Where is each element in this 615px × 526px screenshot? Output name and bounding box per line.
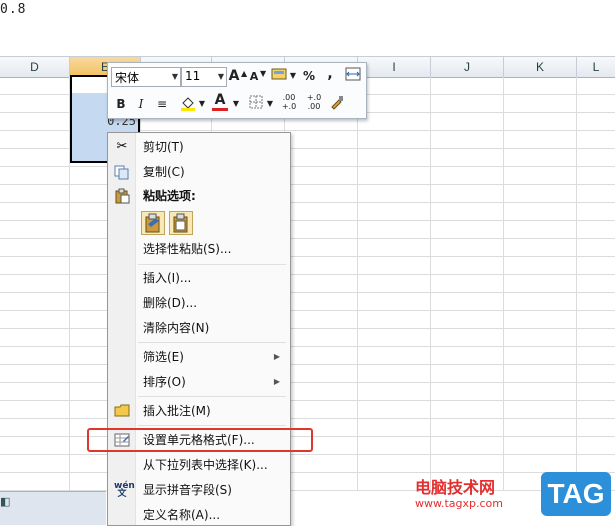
chevron-down-icon[interactable]: ▼: [198, 95, 206, 113]
menu-item-label: 从下拉列表中选择(K)...: [143, 458, 268, 472]
align-center-icon[interactable]: ≡: [154, 95, 170, 113]
italic-button[interactable]: I: [134, 95, 148, 113]
chevron-down-icon[interactable]: ▼: [172, 72, 178, 81]
menu-item-label: 显示拼音字段(S): [143, 483, 232, 497]
chevron-down-icon[interactable]: ▼: [232, 95, 240, 113]
shrink-font-button[interactable]: A: [248, 68, 260, 86]
chevron-right-icon: ▶: [273, 352, 280, 361]
phonetic-icon-text: wén: [114, 481, 135, 491]
menu-separator: [138, 342, 286, 343]
fill-color-icon[interactable]: [178, 94, 198, 112]
context-menu: ✂ 剪切(T) 复制(C) 粘贴选项: 选择性粘贴(S)... 插入(I)...…: [107, 132, 291, 526]
formula-bar: 0.8: [0, 0, 615, 56]
copy-icon: [114, 164, 130, 180]
column-header-d[interactable]: D: [0, 57, 70, 77]
chevron-down-icon[interactable]: ▼: [218, 72, 224, 81]
sheet-nav-icon[interactable]: ◧: [0, 495, 10, 508]
scissors-icon: ✂: [116, 139, 128, 154]
grow-arrow-icon: ▲: [241, 69, 248, 78]
paste-icon: [114, 188, 130, 204]
menu-item-label: 插入批注(M): [143, 404, 211, 418]
mini-toolbar: 宋体 ▼ 11 ▼ A ▲ A ▼ ▼ % , B I ≡ ▼ A ▼ ▼ .0…: [107, 62, 367, 119]
watermark-text: 电脑技术网: [415, 478, 496, 497]
menu-item-label: 删除(D)...: [143, 296, 198, 310]
font-size-value: 11: [185, 69, 201, 83]
increase-decimal-button[interactable]: .00 +.0: [278, 93, 300, 111]
menu-item-label: 清除内容(N): [143, 321, 210, 335]
column-header-i[interactable]: I: [358, 57, 431, 77]
menu-item-filter[interactable]: 筛选(E) ▶: [108, 345, 290, 369]
highlight-box: [87, 428, 313, 452]
comma-button[interactable]: ,: [324, 65, 336, 83]
comment-icon: [114, 403, 130, 419]
chevron-right-icon: ▶: [273, 377, 280, 386]
menu-item-cut[interactable]: ✂ 剪切(T): [108, 135, 290, 159]
menu-item-insert[interactable]: 插入(I)...: [108, 266, 290, 290]
menu-paste-options-header: 粘贴选项:: [108, 184, 290, 208]
paste-option-default-button[interactable]: [141, 211, 165, 235]
column-header-k[interactable]: K: [504, 57, 577, 77]
menu-item-pick-from-list[interactable]: 从下拉列表中选择(K)...: [108, 453, 290, 477]
grid-line: [430, 77, 431, 491]
font-size-box[interactable]: 11 ▼: [181, 67, 227, 87]
menu-item-sort[interactable]: 排序(O) ▶: [108, 370, 290, 394]
bold-button[interactable]: B: [114, 95, 128, 113]
font-name-box[interactable]: 宋体 ▼: [111, 67, 181, 87]
grow-font-button[interactable]: A: [227, 67, 241, 85]
menu-separator: [138, 264, 286, 265]
menu-item-label: 排序(O): [143, 375, 186, 389]
formula-value[interactable]: 0.8: [0, 2, 26, 17]
chevron-down-icon[interactable]: ▼: [289, 67, 297, 85]
menu-item-label: 选择性粘贴(S)...: [143, 242, 232, 256]
sheet-tab-bar: ◧: [0, 491, 106, 525]
menu-item-label: 定义名称(A)...: [143, 508, 221, 522]
menu-item-label: 粘贴选项:: [143, 189, 196, 203]
decrease-decimal-button[interactable]: +.0 .00: [303, 93, 325, 111]
watermark-logo: TAG: [541, 472, 611, 516]
menu-item-label: 复制(C): [143, 165, 185, 179]
column-header-l[interactable]: L: [577, 57, 615, 77]
menu-item-show-phonetic[interactable]: wén 文 显示拼音字段(S): [108, 478, 290, 502]
menu-item-label: 插入(I)...: [143, 271, 192, 285]
menu-item-label: 剪切(T): [143, 140, 184, 154]
menu-item-clear-contents[interactable]: 清除内容(N): [108, 316, 290, 340]
menu-separator: [138, 425, 286, 426]
chevron-down-icon[interactable]: ▼: [266, 95, 274, 113]
paste-option-values-button[interactable]: [169, 211, 193, 235]
menu-item-label: 筛选(E): [143, 350, 184, 364]
menu-separator: [138, 396, 286, 397]
format-painter-icon[interactable]: [328, 94, 346, 112]
font-color-button[interactable]: A: [212, 93, 228, 111]
menu-item-insert-comment[interactable]: 插入批注(M): [108, 399, 290, 423]
grid-line: [503, 77, 504, 491]
watermark-url: www.tagxp.com: [415, 497, 503, 510]
phonetic-icon: wén 文: [114, 481, 135, 499]
menu-item-paste-special[interactable]: 选择性粘贴(S)...: [108, 237, 290, 261]
menu-item-copy[interactable]: 复制(C): [108, 160, 290, 184]
merge-center-icon[interactable]: [344, 67, 362, 85]
shrink-arrow-icon: ▼: [260, 69, 267, 78]
menu-item-delete[interactable]: 删除(D)...: [108, 291, 290, 315]
watermark: 电脑技术网 www.tagxp.com TAG: [411, 472, 611, 520]
percent-button[interactable]: %: [301, 67, 317, 85]
menu-item-define-name[interactable]: 定义名称(A)...: [108, 503, 290, 525]
accounting-format-icon[interactable]: [270, 67, 288, 85]
font-name-value: 宋体: [115, 71, 140, 85]
column-header-j[interactable]: J: [431, 57, 504, 77]
borders-icon[interactable]: [248, 95, 264, 113]
grid-line: [357, 77, 358, 491]
grid-line: [576, 77, 577, 491]
